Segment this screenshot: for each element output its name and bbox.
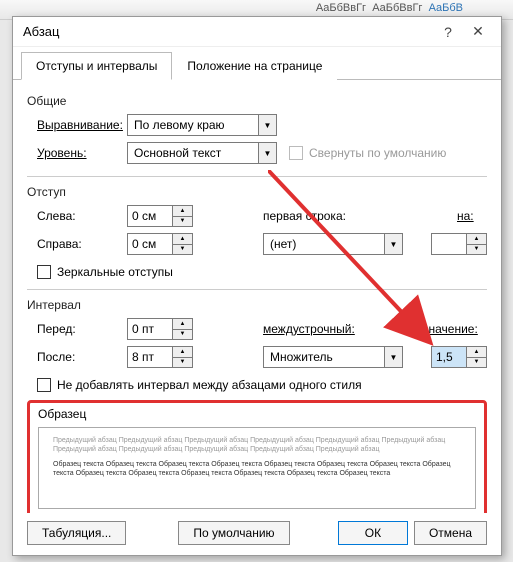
before-label: Перед:	[27, 322, 127, 336]
preview-box: Предыдущий абзац Предыдущий абзац Предыд…	[38, 427, 476, 509]
level-label: Уровень:	[27, 146, 127, 160]
indent-left-input[interactable]	[128, 206, 172, 226]
help-button[interactable]: ?	[433, 19, 463, 45]
spin-down-icon[interactable]: ▼	[173, 245, 192, 255]
ribbon-styles: АаБбВвГг АаБбВвГг АаБбВ	[316, 2, 463, 14]
chevron-down-icon: ▼	[384, 234, 402, 254]
cancel-button[interactable]: Отмена	[414, 521, 487, 545]
tabs-button[interactable]: Табуляция...	[27, 521, 126, 545]
dialog-footer: Табуляция... По умолчанию ОК Отмена	[13, 513, 501, 555]
chevron-down-icon: ▼	[258, 143, 276, 163]
close-button[interactable]: ✕	[463, 19, 493, 45]
indent-right-spinner[interactable]: ▲▼	[127, 233, 193, 255]
chevron-down-icon: ▼	[384, 347, 402, 367]
spin-up-icon[interactable]: ▲	[173, 319, 192, 330]
level-select[interactable]: Основной текст ▼	[127, 142, 277, 164]
value-spinner[interactable]: ▲▼	[431, 346, 487, 368]
titlebar: Абзац ? ✕	[13, 17, 501, 47]
alignment-select[interactable]: По левому краю ▼	[127, 114, 277, 136]
paragraph-dialog: Абзац ? ✕ Отступы и интервалы Положение …	[12, 16, 502, 556]
linespacing-label: междустрочный:	[263, 322, 383, 336]
by-input[interactable]	[432, 234, 466, 254]
indent-right-input[interactable]	[128, 234, 172, 254]
by-spinner[interactable]: ▲▼	[431, 233, 487, 255]
mirror-checkbox[interactable]: Зеркальные отступы	[27, 265, 487, 279]
indent-left-label: Слева:	[27, 209, 127, 223]
tab-indents-spacing[interactable]: Отступы и интервалы	[21, 52, 172, 80]
indent-left-spinner[interactable]: ▲▼	[127, 205, 193, 227]
chevron-down-icon: ▼	[258, 115, 276, 135]
spin-up-icon[interactable]: ▲	[467, 234, 486, 245]
firstline-label: первая строка:	[263, 209, 383, 223]
spin-up-icon[interactable]: ▲	[173, 347, 192, 358]
spin-down-icon[interactable]: ▼	[173, 358, 192, 368]
after-spinner[interactable]: ▲▼	[127, 346, 193, 368]
alignment-label: Выравнивание:	[27, 118, 127, 132]
before-spinner[interactable]: ▲▼	[127, 318, 193, 340]
spin-up-icon[interactable]: ▲	[173, 234, 192, 245]
noadd-checkbox[interactable]: Не добавлять интервал между абзацами одн…	[27, 378, 487, 392]
after-label: После:	[27, 350, 127, 364]
tab-strip: Отступы и интервалы Положение на страниц…	[13, 47, 501, 80]
before-input[interactable]	[128, 319, 172, 339]
spin-down-icon[interactable]: ▼	[467, 245, 486, 255]
group-general: Общие	[27, 94, 487, 108]
dialog-title: Абзац	[23, 24, 433, 39]
defaults-button[interactable]: По умолчанию	[178, 521, 289, 545]
group-preview: Образец	[38, 407, 476, 421]
spin-up-icon[interactable]: ▲	[173, 206, 192, 217]
dialog-body: Общие Выравнивание: По левому краю ▼ Уро…	[13, 80, 501, 513]
group-indent: Отступ	[27, 185, 487, 199]
preview-highlight: Образец Предыдущий абзац Предыдущий абза…	[27, 400, 487, 513]
after-input[interactable]	[128, 347, 172, 367]
collapse-checkbox: Свернуты по умолчанию	[289, 146, 446, 160]
spin-down-icon[interactable]: ▼	[173, 217, 192, 227]
spin-down-icon[interactable]: ▼	[173, 330, 192, 340]
spin-up-icon[interactable]: ▲	[467, 347, 486, 358]
linespacing-select[interactable]: Множитель ▼	[263, 346, 403, 368]
value-input[interactable]	[432, 347, 466, 367]
value-label: значение:	[423, 322, 487, 336]
by-label: на:	[457, 209, 487, 223]
ok-button[interactable]: ОК	[338, 521, 408, 545]
group-spacing: Интервал	[27, 298, 487, 312]
spin-down-icon[interactable]: ▼	[467, 358, 486, 368]
firstline-select[interactable]: (нет) ▼	[263, 233, 403, 255]
tab-page-position[interactable]: Положение на странице	[172, 52, 337, 80]
indent-right-label: Справа:	[27, 237, 127, 251]
